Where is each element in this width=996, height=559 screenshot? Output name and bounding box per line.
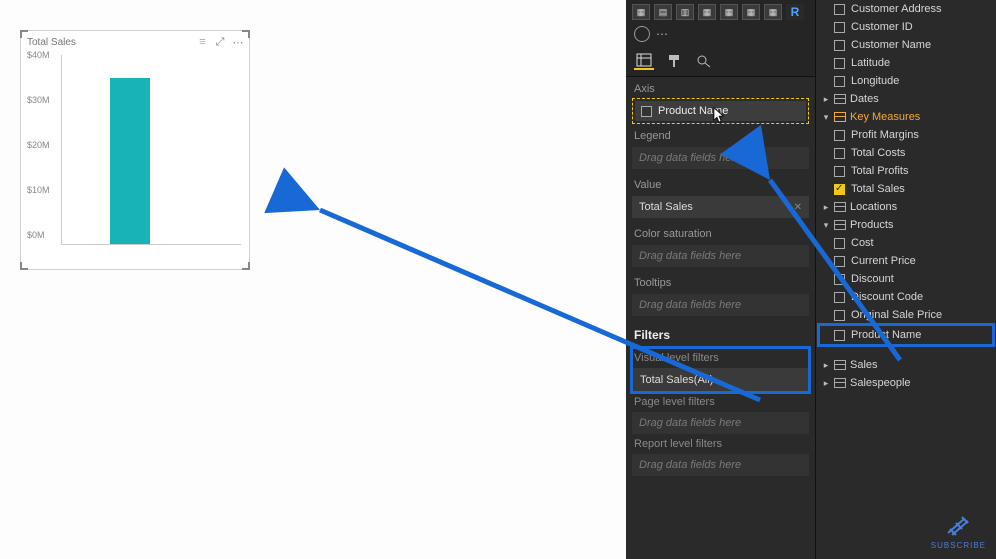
[interactable]: Drag data fields here bbox=[632, 454, 809, 476]
tooltips-well[interactable]: Drag data fields here bbox=[632, 294, 809, 316]
page-filters-well[interactable]: Drag data fields here bbox=[632, 412, 809, 434]
checkbox-icon[interactable] bbox=[834, 58, 845, 69]
chart-plot-area: $0M$10M$20M$30M$40M bbox=[27, 55, 243, 259]
checkbox-icon[interactable] bbox=[834, 166, 845, 177]
color-saturation-well[interactable]: Drag data fields here bbox=[632, 245, 809, 267]
axis-field-chip[interactable]: Product Name bbox=[635, 101, 806, 121]
viz-type-icon[interactable]: ▦ bbox=[698, 4, 716, 20]
analytics-tab-icon[interactable] bbox=[694, 52, 714, 70]
field-total-costs[interactable]: Total Costs bbox=[816, 144, 996, 162]
viz-type-icon[interactable]: ▦ bbox=[764, 4, 782, 20]
checkbox-icon[interactable] bbox=[834, 184, 845, 195]
viz-type-icon[interactable]: ▤ bbox=[654, 4, 672, 20]
checkbox-icon[interactable] bbox=[834, 330, 845, 341]
viz-type-r-icon[interactable]: R bbox=[786, 4, 804, 20]
checkbox-icon[interactable] bbox=[834, 4, 845, 15]
value-field-chip[interactable]: Total Sales bbox=[639, 201, 693, 213]
field-customer-id[interactable]: Customer ID bbox=[816, 18, 996, 36]
field-discount[interactable]: Discount bbox=[816, 270, 996, 288]
field-total-sales[interactable]: Total Sales bbox=[816, 180, 996, 198]
fields-tab-icon[interactable] bbox=[634, 52, 654, 70]
page-level-filters[interactable]: Page level filters Drag data fields here bbox=[632, 392, 809, 434]
resize-handle[interactable] bbox=[240, 260, 250, 270]
report-level-filters[interactable]: Report level filters Drag data fields he… bbox=[632, 434, 809, 476]
format-tab-icon[interactable] bbox=[664, 52, 684, 70]
well-label-tooltips: Tooltips bbox=[626, 271, 815, 292]
visual-bar-chart[interactable]: Total Sales ≡ ⤢ ⋯ $0M$10M$20M$30M$40M bbox=[20, 30, 250, 270]
field-discount-code[interactable]: Discount Code bbox=[816, 288, 996, 306]
field-original-sale-price[interactable]: Original Sale Price bbox=[816, 306, 996, 324]
visual-title: Total Sales bbox=[27, 37, 76, 48]
table-dates[interactable]: ▸ Dates bbox=[816, 90, 996, 108]
visualizations-pane: ▦ ▤ ▥ ▦ ▦ ▦ ▦ R ⋯ bbox=[626, 0, 816, 559]
well-label-legend: Legend bbox=[626, 124, 815, 145]
viz-type-icon[interactable]: ▦ bbox=[632, 4, 650, 20]
resize-handle[interactable] bbox=[240, 30, 250, 40]
checkbox-icon[interactable] bbox=[834, 310, 845, 321]
field-customer-address[interactable]: Customer Address bbox=[816, 0, 996, 18]
field-longitude[interactable]: Longitude bbox=[816, 72, 996, 90]
viz-type-icon[interactable]: ▦ bbox=[720, 4, 738, 20]
viz-type-icon[interactable]: ▦ bbox=[742, 4, 760, 20]
more-visuals-icon[interactable]: ⋯ bbox=[656, 27, 669, 41]
table-key-measures[interactable]: ▾ Key Measures bbox=[816, 108, 996, 126]
field-latitude[interactable]: Latitude bbox=[816, 54, 996, 72]
focus-mode-icon[interactable]: ⤢ bbox=[213, 36, 227, 48]
resize-handle[interactable] bbox=[20, 30, 30, 40]
field-profit-margins[interactable]: Profit Margins bbox=[816, 126, 996, 144]
fields-pane: Customer AddressCustomer IDCustomer Name… bbox=[816, 0, 996, 559]
report-filters-label: Report level filters bbox=[632, 434, 809, 454]
field-current-price[interactable]: Current Price bbox=[816, 252, 996, 270]
viz-type-icon[interactable]: ▥ bbox=[676, 4, 694, 20]
well-label-color: Color saturation bbox=[626, 222, 815, 243]
page-filters-label: Page level filters bbox=[632, 392, 809, 412]
globe-icon[interactable] bbox=[634, 26, 650, 42]
visual-level-filters[interactable]: Visual level filters Total Sales(All) bbox=[632, 348, 809, 392]
checkbox-icon[interactable] bbox=[834, 238, 845, 249]
field-customer-name[interactable]: Customer Name bbox=[816, 36, 996, 54]
checkbox-icon[interactable] bbox=[834, 292, 845, 303]
checkbox-icon[interactable] bbox=[834, 274, 845, 285]
viz-type-gallery: ▦ ▤ ▥ ▦ ▦ ▦ ▦ R bbox=[626, 0, 815, 22]
well-label-axis: Axis bbox=[626, 77, 815, 98]
table-salespeople[interactable]: ▸ Salespeople bbox=[816, 374, 996, 392]
axis-well[interactable]: Product Name bbox=[632, 98, 809, 124]
field-cost[interactable]: Cost bbox=[816, 234, 996, 252]
checkbox-icon[interactable] bbox=[834, 22, 845, 33]
report-canvas[interactable]: Total Sales ≡ ⤢ ⋯ $0M$10M$20M$30M$40M bbox=[0, 0, 626, 559]
filters-header: Filters bbox=[626, 320, 815, 348]
table-sales[interactable]: ▸ Sales bbox=[816, 356, 996, 374]
checkbox-icon[interactable] bbox=[834, 148, 845, 159]
visual-filters-label: Visual level filters bbox=[632, 348, 809, 368]
drag-handle-icon[interactable]: ≡ bbox=[195, 36, 209, 48]
checkbox-icon[interactable] bbox=[834, 76, 845, 87]
checkbox-icon[interactable] bbox=[834, 256, 845, 267]
subscribe-badge[interactable]: SUBSCRIBE bbox=[931, 515, 986, 551]
remove-field-icon[interactable]: ▾ ✕ bbox=[786, 202, 802, 213]
table-locations[interactable]: ▸ Locations bbox=[816, 198, 996, 216]
plot bbox=[61, 55, 241, 245]
checkbox-icon[interactable] bbox=[834, 40, 845, 51]
checkbox-icon[interactable] bbox=[834, 130, 845, 141]
value-well[interactable]: Total Sales ▾ ✕ bbox=[632, 196, 809, 218]
bar[interactable] bbox=[110, 78, 150, 244]
filter-chip-total-sales[interactable]: Total Sales(All) bbox=[632, 368, 809, 392]
field-product-name[interactable]: Product Name bbox=[820, 326, 992, 344]
well-label-value: Value bbox=[626, 173, 815, 194]
resize-handle[interactable] bbox=[20, 260, 30, 270]
field-total-profits[interactable]: Total Profits bbox=[816, 162, 996, 180]
checkbox-icon[interactable] bbox=[641, 106, 652, 117]
table-products[interactable]: ▾ Products bbox=[816, 216, 996, 234]
legend-well[interactable]: Drag data fields here bbox=[632, 147, 809, 169]
